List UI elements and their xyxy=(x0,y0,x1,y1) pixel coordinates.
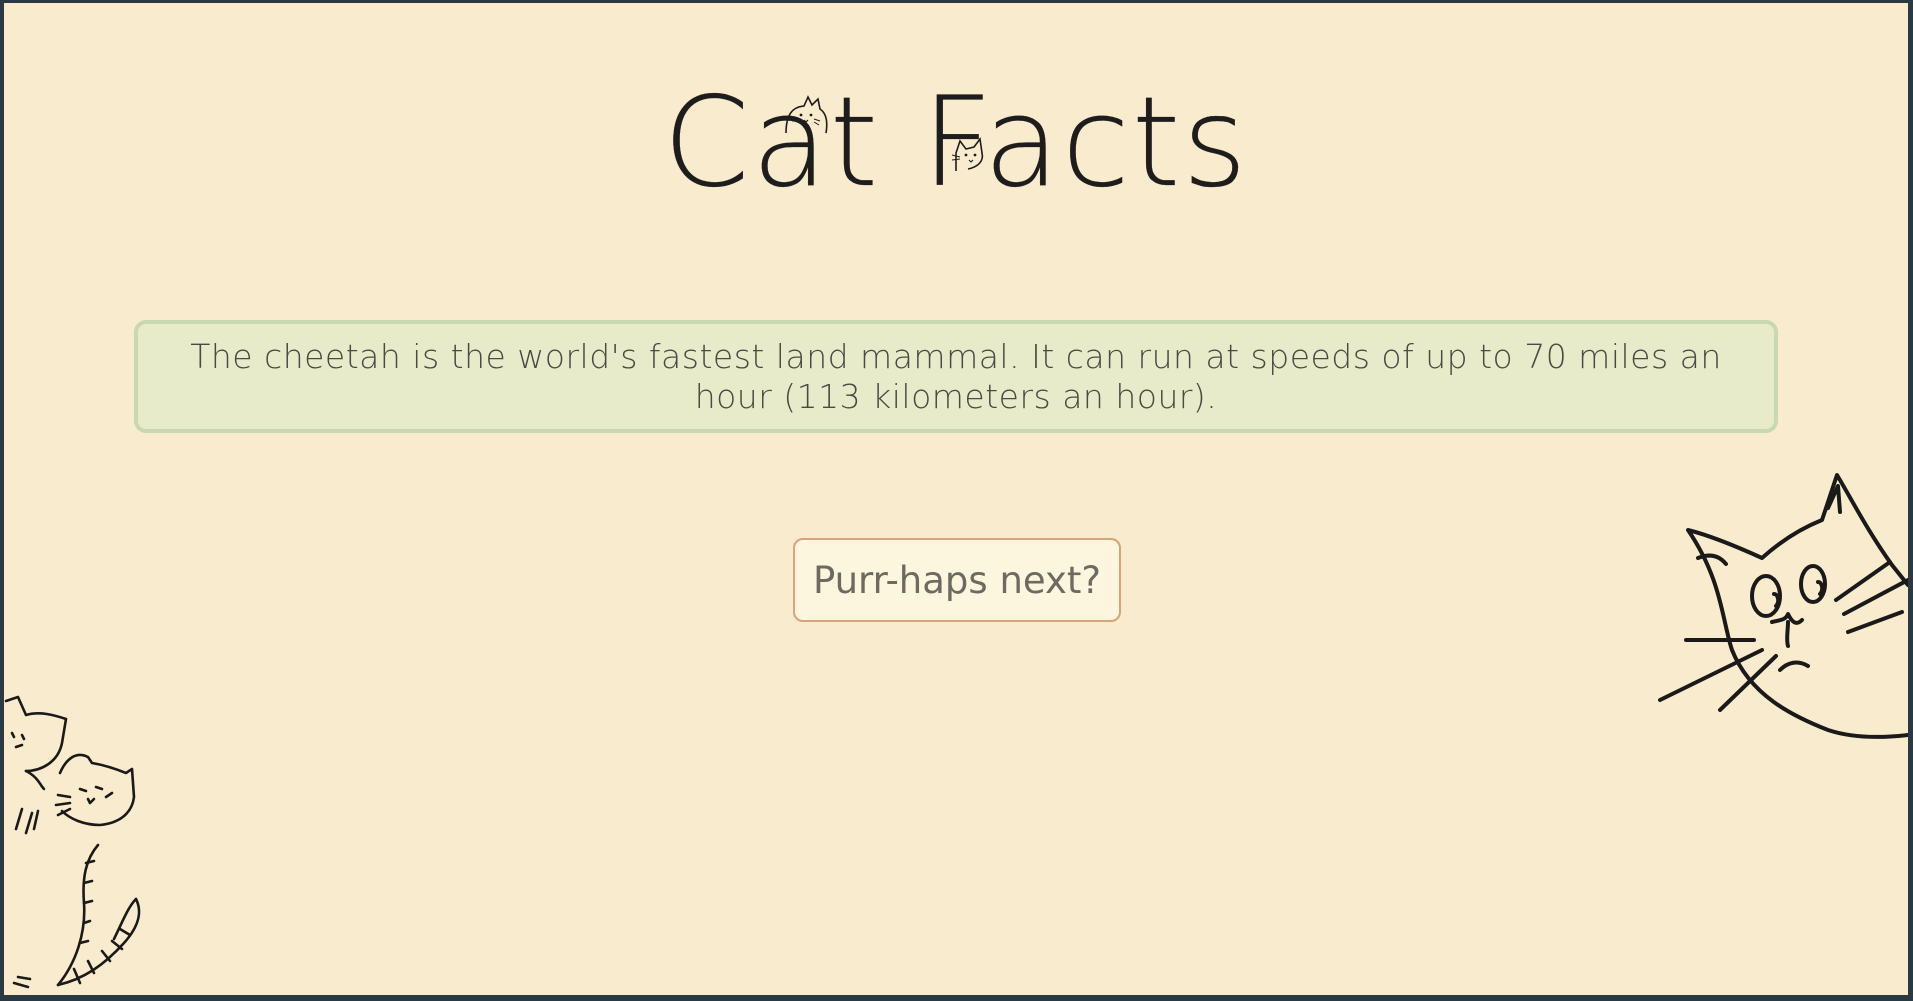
fact-text: The cheetah is the world's fastest land … xyxy=(190,336,1722,416)
two-cats-illustration xyxy=(4,695,141,989)
fact-card: The cheetah is the world's fastest land … xyxy=(134,320,1778,433)
app-window: Cat Facts The cheetah is the world's fas… xyxy=(4,3,1908,995)
cat-face-illustration xyxy=(1658,473,1908,739)
cat-peek-icon xyxy=(951,136,984,171)
cat-peek-icon xyxy=(785,95,828,134)
next-fact-button[interactable]: Purr-haps next? xyxy=(793,538,1121,622)
